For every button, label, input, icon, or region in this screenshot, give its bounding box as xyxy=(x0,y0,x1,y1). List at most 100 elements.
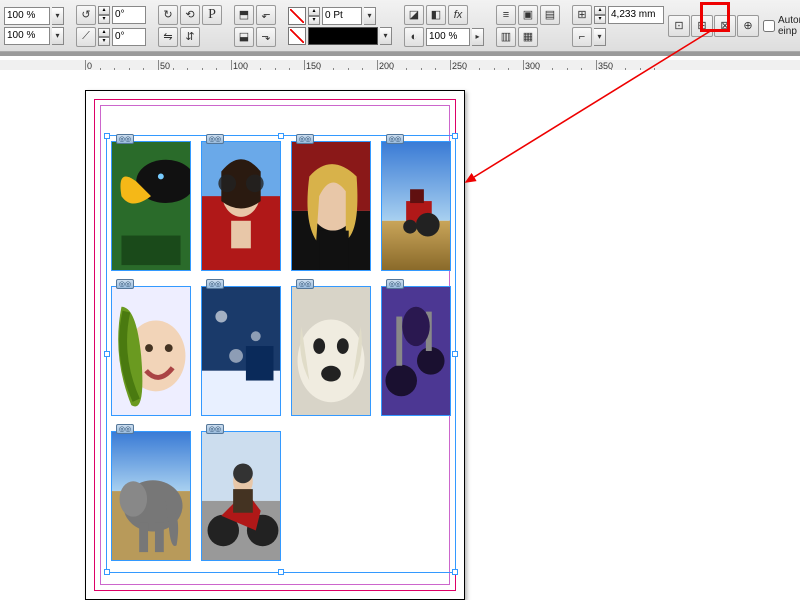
selection-handle[interactable] xyxy=(104,569,110,575)
rotate-cw-icon[interactable]: ↻ xyxy=(158,5,178,25)
corner-options-icon[interactable]: ⌐ xyxy=(572,27,592,47)
center-content-icon[interactable]: ⊕ xyxy=(737,15,759,37)
flip-h-icon[interactable]: ⇋ xyxy=(158,27,178,47)
image-frame[interactable]: ◎◎ xyxy=(291,141,371,271)
fit-content-icon[interactable]: ⊞ xyxy=(572,5,592,25)
stroke-group: ▴▾ 0 Pt ▾ ▾ xyxy=(288,7,392,45)
image-frame[interactable]: ◎◎ xyxy=(201,431,281,561)
link-badge-icon: ◎◎ xyxy=(206,424,224,434)
opacity-field[interactable]: 100 % xyxy=(426,28,470,46)
drums-image xyxy=(382,287,450,415)
link-badge-icon: ◎◎ xyxy=(116,424,134,434)
autofit-checkbox[interactable]: Automatisch einp xyxy=(763,15,800,37)
link-badge-icon: ◎◎ xyxy=(386,134,404,144)
feather-icon[interactable]: ◧ xyxy=(426,5,446,25)
select-content-icon[interactable]: ⬓ xyxy=(234,27,254,47)
chevron-down-icon: ▾ xyxy=(367,11,371,20)
autofit-label: Automatisch einp xyxy=(778,15,800,37)
zoom-group: 100 % ▾ 100 % ▾ xyxy=(4,7,64,45)
link-badge-icon: ◎◎ xyxy=(206,134,224,144)
image-frame[interactable]: ◎◎ xyxy=(111,286,191,416)
highlight-annotation xyxy=(700,2,730,32)
link-badge-icon: ◎◎ xyxy=(296,134,314,144)
image-frame[interactable]: ◎◎ xyxy=(381,286,451,416)
elephant-image xyxy=(112,432,190,560)
select-group: ⬒ ⬐ ⬓ ⬎ xyxy=(234,5,276,47)
link-badge-icon: ◎◎ xyxy=(386,279,404,289)
fx-icon[interactable]: fx xyxy=(448,5,468,25)
link-badge-icon: ◎◎ xyxy=(116,279,134,289)
select-container-icon[interactable]: ⬒ xyxy=(234,5,254,25)
no-fill-icon[interactable] xyxy=(288,7,306,25)
image-frame[interactable]: ◎◎ xyxy=(381,141,451,271)
image-frame[interactable]: ◎◎ xyxy=(111,431,191,561)
fit-group: ⊞ ▴▾ 4,233 mm ⌐ ▾ xyxy=(572,5,664,47)
selection-handle[interactable] xyxy=(452,569,458,575)
flip-v-icon[interactable]: ⇵ xyxy=(180,27,200,47)
selection-handle[interactable] xyxy=(104,351,110,357)
document-workspace[interactable]: ◎◎◎◎◎◎◎◎◎◎◎◎◎◎◎◎◎◎◎◎ xyxy=(0,70,800,600)
zoom-y-dropdown[interactable]: ▾ xyxy=(52,27,64,45)
stroke-weight-field[interactable]: 0 Pt xyxy=(322,7,362,25)
selection-handle[interactable] xyxy=(452,133,458,139)
no-stroke-icon[interactable] xyxy=(288,27,306,45)
wrap-jump-next-icon[interactable]: ▦ xyxy=(518,27,538,47)
shear-icon[interactable]: ⟋ xyxy=(76,27,96,47)
rotate-spinner-1[interactable]: ▴▾ xyxy=(98,6,110,24)
dog-image xyxy=(292,287,370,415)
wrap-bbox-icon[interactable]: ▣ xyxy=(518,5,538,25)
chevron-down-icon: ▾ xyxy=(55,11,59,20)
wrap-none-icon[interactable]: ≡ xyxy=(496,5,516,25)
opacity-dropdown[interactable]: ▸ xyxy=(472,28,484,46)
image-frame[interactable]: ◎◎ xyxy=(201,286,281,416)
wrap-group: ≡ ▣ ▤ ▥ ▦ xyxy=(496,5,560,47)
rotate-field-2[interactable]: 0° xyxy=(112,28,146,46)
tractor-image xyxy=(382,142,450,270)
toolbar-divider xyxy=(0,52,800,56)
rotate-spinner-2[interactable]: ▴▾ xyxy=(98,28,110,46)
effects-group: ◪ ◧ fx ◐ 100 % ▸ xyxy=(404,5,484,47)
stroke-spinner[interactable]: ▴▾ xyxy=(308,7,320,25)
select-prev-icon[interactable]: ⬐ xyxy=(256,5,276,25)
rotate-field-1[interactable]: 0° xyxy=(112,6,146,24)
fit-frame-prop-icon[interactable]: ⊡ xyxy=(668,15,690,37)
stroke-weight-dropdown[interactable]: ▾ xyxy=(364,7,376,25)
wrap-jump-icon[interactable]: ▥ xyxy=(496,27,516,47)
selection-handle[interactable] xyxy=(452,351,458,357)
rotate-180-icon[interactable]: ⟲ xyxy=(180,5,200,25)
moto-image xyxy=(202,432,280,560)
rotate-ccw-icon[interactable]: ↺ xyxy=(76,5,96,25)
stroke-style-dropdown[interactable]: ▾ xyxy=(380,27,392,45)
chevron-down-icon: ▸ xyxy=(475,32,479,41)
page: ◎◎◎◎◎◎◎◎◎◎◎◎◎◎◎◎◎◎◎◎ xyxy=(85,90,465,600)
zoom-x-field[interactable]: 100 % xyxy=(4,7,50,25)
toucan-image xyxy=(112,142,190,270)
selection-handle[interactable] xyxy=(104,133,110,139)
blonde-image xyxy=(292,142,370,270)
chevron-down-icon: ▾ xyxy=(383,31,387,40)
baby-image xyxy=(112,287,190,415)
stroke-style-swatch[interactable] xyxy=(308,27,378,45)
image-frame[interactable]: ◎◎ xyxy=(201,141,281,271)
zoom-x-dropdown[interactable]: ▾ xyxy=(52,7,64,25)
wrap-shape-icon[interactable]: ▤ xyxy=(540,5,560,25)
drop-shadow-icon[interactable]: ◪ xyxy=(404,5,424,25)
image-frame[interactable]: ◎◎ xyxy=(291,286,371,416)
autofit-box-icon[interactable] xyxy=(763,20,775,32)
opacity-icon[interactable]: ◐ xyxy=(404,27,424,47)
selection-handle[interactable] xyxy=(278,569,284,575)
zoom-y-field[interactable]: 100 % xyxy=(4,27,50,45)
spacing-field[interactable]: 4,233 mm xyxy=(608,6,664,24)
selection-handle[interactable] xyxy=(278,133,284,139)
link-badge-icon: ◎◎ xyxy=(206,279,224,289)
link-badge-icon: ◎◎ xyxy=(116,134,134,144)
corner-dropdown[interactable]: ▾ xyxy=(594,28,606,46)
chevron-down-icon: ▾ xyxy=(55,31,59,40)
image-frame[interactable]: ◎◎ xyxy=(111,141,191,271)
select-next-icon[interactable]: ⬎ xyxy=(256,27,276,47)
paragraph-icon[interactable]: P xyxy=(202,5,222,25)
rotate-group: ↺ ▴▾ 0° ⟋ ▴▾ 0° xyxy=(76,5,146,47)
woman-car-image xyxy=(202,142,280,270)
spacing-spinner[interactable]: ▴▾ xyxy=(594,6,606,24)
link-badge-icon: ◎◎ xyxy=(296,279,314,289)
